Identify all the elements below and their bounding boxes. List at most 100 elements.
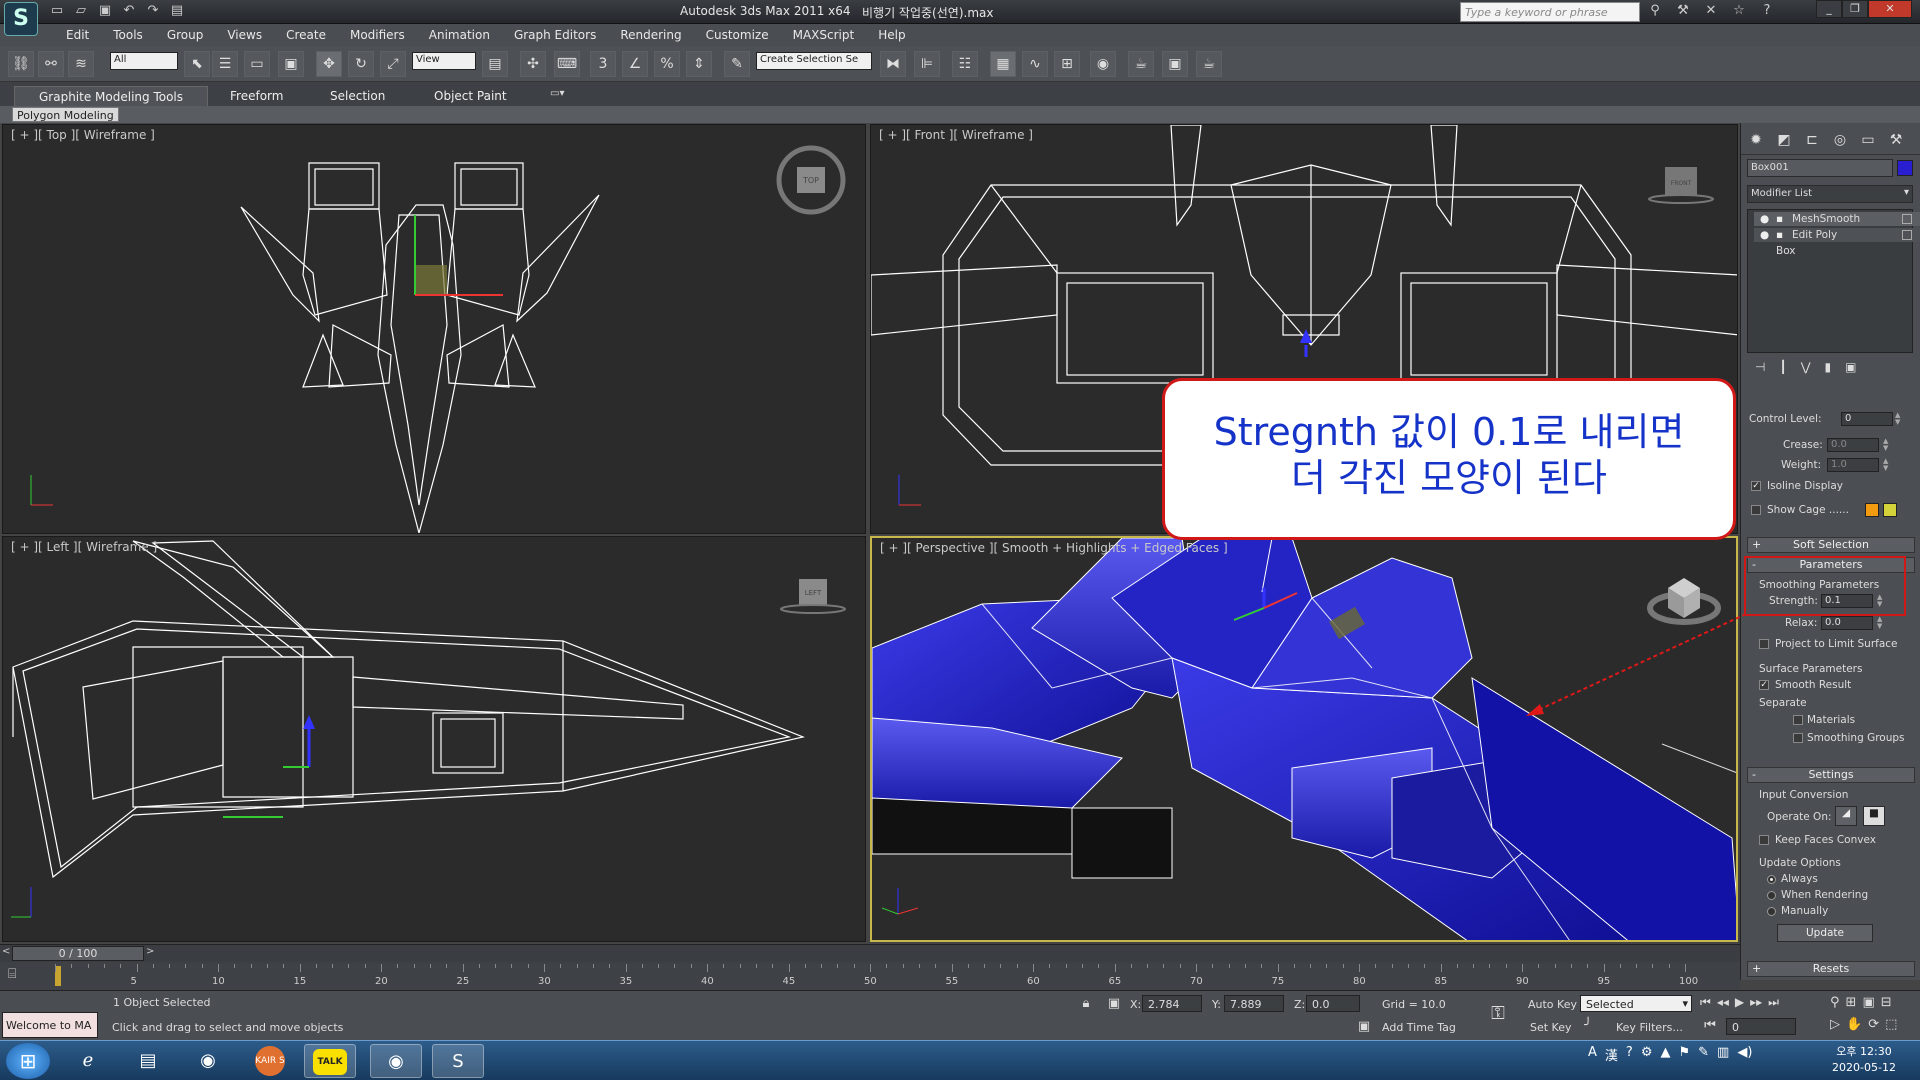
modifier-list-dropdown[interactable]: Modifier List ▾ [1747,185,1913,203]
cage-color-1-swatch[interactable] [1865,503,1879,517]
menu-customize[interactable]: Customize [694,27,781,43]
z-coordinate-field[interactable]: 0.0 [1306,995,1360,1012]
menu-tools[interactable]: Tools [101,27,155,43]
3dsmax-icon[interactable]: S [432,1044,484,1078]
viewport-top[interactable]: [ + ][ Top ][ Wireframe ] TOP [2,124,866,534]
soft-selection-rollout[interactable]: + Soft Selection [1747,537,1915,553]
add-time-tag[interactable]: Add Time Tag [1382,1021,1456,1034]
menu-graph-editors[interactable]: Graph Editors [502,27,608,43]
eye-icon[interactable]: ● [1760,212,1769,226]
pin-stack-icon[interactable]: ⊣ [1755,360,1765,376]
app-logo-icon[interactable]: S [4,2,38,36]
stack-toggle-icon[interactable] [1902,230,1912,240]
maxscript-listener[interactable]: Welcome to MA [2,1012,98,1038]
ribbon-options-icon[interactable]: ▭▾ [550,88,564,99]
auto-key-button[interactable]: Auto Key [1528,998,1577,1011]
time-prev-icon[interactable]: < [2,946,10,957]
set-key-button[interactable]: Set Key [1530,1021,1572,1034]
time-tag-icon[interactable]: ▣ [1354,1018,1374,1036]
field-of-view-icon[interactable]: ▷ [1830,1017,1840,1032]
create-tab-icon[interactable]: ✹ [1745,129,1767,151]
key-icon[interactable]: ⚿ [1488,1005,1508,1023]
goto-end-icon[interactable]: ⏭ [1768,995,1779,1010]
modify-tab-icon[interactable]: ◩ [1773,129,1795,151]
cage-color-2-swatch[interactable] [1883,503,1897,517]
time-slider[interactable]: < 0 / 100 > [0,944,1740,962]
smoothing-groups-checkbox[interactable] [1793,733,1803,743]
kakaotalk-icon[interactable]: TALK [304,1044,356,1078]
selection-filter-dropdown[interactable]: All [110,52,178,70]
search-input[interactable]: Type a keyword or phrase [1460,2,1640,22]
configure-sets-icon[interactable]: ▣ [1845,360,1856,376]
minimize-button[interactable]: _ [1816,0,1842,18]
flag-icon[interactable]: ⚑ [1678,1045,1690,1064]
resets-rollout[interactable]: + Resets [1747,961,1915,977]
stack-toggle-icon[interactable] [1902,214,1912,224]
network-icon[interactable]: ▥ [1717,1045,1729,1064]
motion-tab-icon[interactable]: ◎ [1829,129,1851,151]
link-icon[interactable]: ⛓ [8,51,34,77]
viewport-perspective-label[interactable]: [ + ][ Perspective ][ Smooth + Highlight… [880,541,1228,555]
save-icon[interactable]: ▣ [96,2,114,20]
make-unique-icon[interactable]: ⋁ [1801,360,1811,376]
stack-item-box[interactable]: Box [1754,244,1920,258]
weight-spinner-icon[interactable]: ▲ ▼ [1883,458,1893,472]
spinner-snap-icon[interactable]: ⇕ [686,51,712,77]
ie-icon[interactable]: ℯ [62,1044,114,1078]
menu-modifiers[interactable]: Modifiers [338,27,417,43]
move-icon[interactable]: ✥ [316,51,342,77]
settings-rollout[interactable]: - Settings [1747,767,1915,783]
update-button[interactable]: Update [1777,924,1873,942]
menu-create[interactable]: Create [274,27,338,43]
reference-coordinate-dropdown[interactable]: View [412,52,476,70]
object-color-swatch[interactable] [1897,160,1913,176]
menu-animation[interactable]: Animation [417,27,502,43]
show-cage-checkbox[interactable] [1751,505,1761,515]
graphite-toggle-icon[interactable]: ▦ [990,51,1016,77]
key-mode-dropdown[interactable]: Selected ▾ [1580,995,1692,1012]
operate-on-triangle-button[interactable]: ◢ [1835,806,1857,826]
expand-icon[interactable]: ▪ [1776,228,1783,242]
help-tray-icon[interactable]: ? [1626,1045,1633,1064]
utilities-tab-icon[interactable]: ⚒ [1885,129,1907,151]
current-frame-field[interactable]: 0 [1726,1018,1796,1035]
tab-graphite-modeling-tools[interactable]: Graphite Modeling Tools [14,86,209,106]
eye-icon[interactable]: ● [1760,228,1769,242]
scale-icon[interactable]: ⤢ [380,51,406,77]
curve-editor-icon[interactable]: ∿ [1022,51,1048,77]
show-end-result-icon[interactable]: ┃ [1779,360,1786,376]
angle-snap-icon[interactable]: ∠ [622,51,648,77]
viewport-left-label[interactable]: [ + ][ Left ][ Wireframe ] [11,540,157,554]
keep-faces-convex-checkbox[interactable] [1759,835,1769,845]
menu-edit[interactable]: Edit [54,27,101,43]
smooth-result-checkbox[interactable]: ✓ [1759,680,1769,690]
viewport-top-label[interactable]: [ + ][ Top ][ Wireframe ] [11,128,155,142]
polygon-modeling-label[interactable]: Polygon Modeling [12,107,119,122]
menu-group[interactable]: Group [155,27,216,43]
zoom-icon[interactable]: ⚲ [1830,995,1840,1010]
communication-icon[interactable]: ✕ [1702,2,1720,20]
time-slider-thumb[interactable]: 0 / 100 [12,946,144,961]
display-tab-icon[interactable]: ▭ [1857,129,1879,151]
track-bar[interactable]: ⌸ 5 10 15 20 25 30 35 40 45 50 55 60 65 70 75 80 85 90 95 1… [0,962,1740,990]
schematic-view-icon[interactable]: ⊞ [1054,51,1080,77]
pan-icon[interactable]: ✋ [1846,1017,1862,1032]
open-file-icon[interactable]: ▱ [72,2,90,20]
x-coordinate-field[interactable]: 2.784 [1142,995,1202,1012]
menu-views[interactable]: Views [215,27,274,43]
mirror-icon[interactable]: ⧓ [880,51,906,77]
render-production-icon[interactable]: ☕ [1196,51,1222,77]
zoom-extents-all-icon[interactable]: ⊟ [1881,995,1892,1010]
zoom-all-icon[interactable]: ⊞ [1846,995,1857,1010]
remove-modifier-icon[interactable]: ▮ [1825,360,1832,376]
align-icon[interactable]: ⊫ [914,51,940,77]
absolute-mode-icon[interactable]: ▣ [1104,995,1124,1013]
keyboard-icon[interactable]: A [1588,1045,1597,1064]
menu-maxscript[interactable]: MAXScript [781,27,867,43]
close-button[interactable]: ✕ [1868,0,1912,18]
material-editor-icon[interactable]: ◉ [1090,51,1116,77]
named-selection-dropdown[interactable]: Create Selection Se [756,52,872,70]
new-file-icon[interactable]: ▭ [48,2,66,20]
subscription-icon[interactable]: ⚒ [1674,2,1692,20]
stack-item-meshsmooth[interactable]: ● ▪ MeshSmooth [1754,212,1920,226]
